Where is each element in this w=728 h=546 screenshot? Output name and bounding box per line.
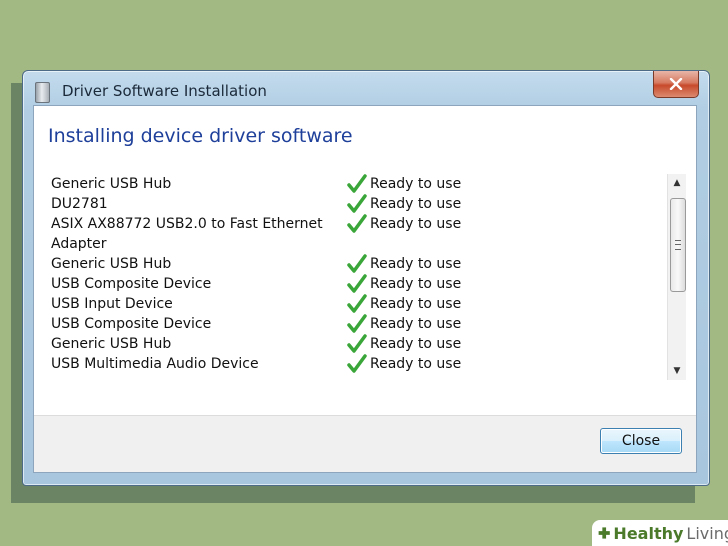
- device-status-text: Ready to use: [370, 216, 462, 232]
- list-item: USB Input Device Ready to use: [44, 294, 686, 314]
- device-status-text: Ready to use: [370, 316, 462, 332]
- list-item: USB Composite Device Ready to use: [44, 314, 686, 334]
- device-status: Ready to use: [347, 314, 461, 334]
- device-status-text: Ready to use: [370, 196, 462, 212]
- device-status-text: Ready to use: [370, 356, 462, 372]
- device-status: Ready to use: [347, 194, 461, 214]
- device-list-scrollbar[interactable]: ▲ ▼: [667, 174, 686, 380]
- checkmark-icon: [347, 354, 367, 373]
- device-list: Generic USB Hub Ready to use DU2781 Read…: [44, 174, 686, 380]
- list-item: Generic USB Hub Ready to use: [44, 334, 686, 354]
- plus-leaf-logo-icon: [598, 527, 610, 539]
- window-title: Driver Software Installation: [62, 82, 267, 100]
- device-status: Ready to use: [347, 274, 461, 294]
- device-name: Generic USB Hub: [51, 336, 172, 352]
- checkmark-icon: [347, 274, 367, 293]
- checkmark-icon: [347, 294, 367, 313]
- device-name: DU2781: [51, 196, 108, 212]
- dialog-heading: Installing device driver software: [48, 125, 353, 147]
- healthy-living-watermark: Healthy Living: [592, 520, 728, 546]
- close-icon: [669, 78, 683, 90]
- scrollbar-thumb[interactable]: [670, 198, 686, 292]
- window-close-button[interactable]: [653, 71, 699, 98]
- device-status: Ready to use: [347, 214, 461, 254]
- checkmark-icon: [347, 254, 367, 273]
- dialog-client-area: Installing device driver software Generi…: [33, 105, 697, 473]
- watermark-living: Living: [686, 523, 728, 543]
- driver-install-window: Driver Software Installation Installing …: [22, 70, 710, 486]
- device-status-text: Ready to use: [370, 276, 462, 292]
- list-item: ASIX AX88772 USB2.0 to Fast Ethernet Ada…: [44, 214, 686, 254]
- device-name: USB Input Device: [51, 296, 173, 312]
- watermark-healthy: Healthy: [613, 523, 684, 543]
- device-status-text: Ready to use: [370, 336, 462, 352]
- dialog-footer: Close: [34, 415, 696, 472]
- device-name: ASIX AX88772 USB2.0 to Fast Ethernet Ada…: [51, 216, 323, 252]
- list-item: Generic USB Hub Ready to use: [44, 254, 686, 274]
- device-name: USB Multimedia Audio Device: [51, 356, 259, 372]
- device-name: Generic USB Hub: [51, 176, 172, 192]
- device-status: Ready to use: [347, 354, 461, 374]
- list-item: USB Multimedia Audio Device Ready to use: [44, 354, 686, 374]
- device-status: Ready to use: [347, 254, 461, 274]
- grip-icon: [675, 240, 681, 250]
- close-button[interactable]: Close: [600, 428, 682, 454]
- usb-drive-icon: [35, 82, 50, 103]
- checkmark-icon: [347, 174, 367, 193]
- device-status-text: Ready to use: [370, 176, 462, 192]
- list-item: USB Composite Device Ready to use: [44, 274, 686, 294]
- list-item: Generic USB Hub Ready to use: [44, 174, 686, 194]
- device-status: Ready to use: [347, 334, 461, 354]
- device-name: USB Composite Device: [51, 276, 212, 292]
- device-status-text: Ready to use: [370, 296, 462, 312]
- device-status: Ready to use: [347, 174, 461, 194]
- checkmark-icon: [347, 314, 367, 333]
- scroll-up-arrow-icon[interactable]: ▲: [668, 174, 686, 192]
- checkmark-icon: [347, 194, 367, 213]
- device-status-text: Ready to use: [370, 256, 462, 272]
- list-item: DU2781 Ready to use: [44, 194, 686, 214]
- scroll-down-arrow-icon[interactable]: ▼: [668, 362, 686, 380]
- checkmark-icon: [347, 214, 367, 233]
- checkmark-icon: [347, 334, 367, 353]
- device-name: Generic USB Hub: [51, 256, 172, 272]
- device-name: USB Composite Device: [51, 316, 212, 332]
- device-status: Ready to use: [347, 294, 461, 314]
